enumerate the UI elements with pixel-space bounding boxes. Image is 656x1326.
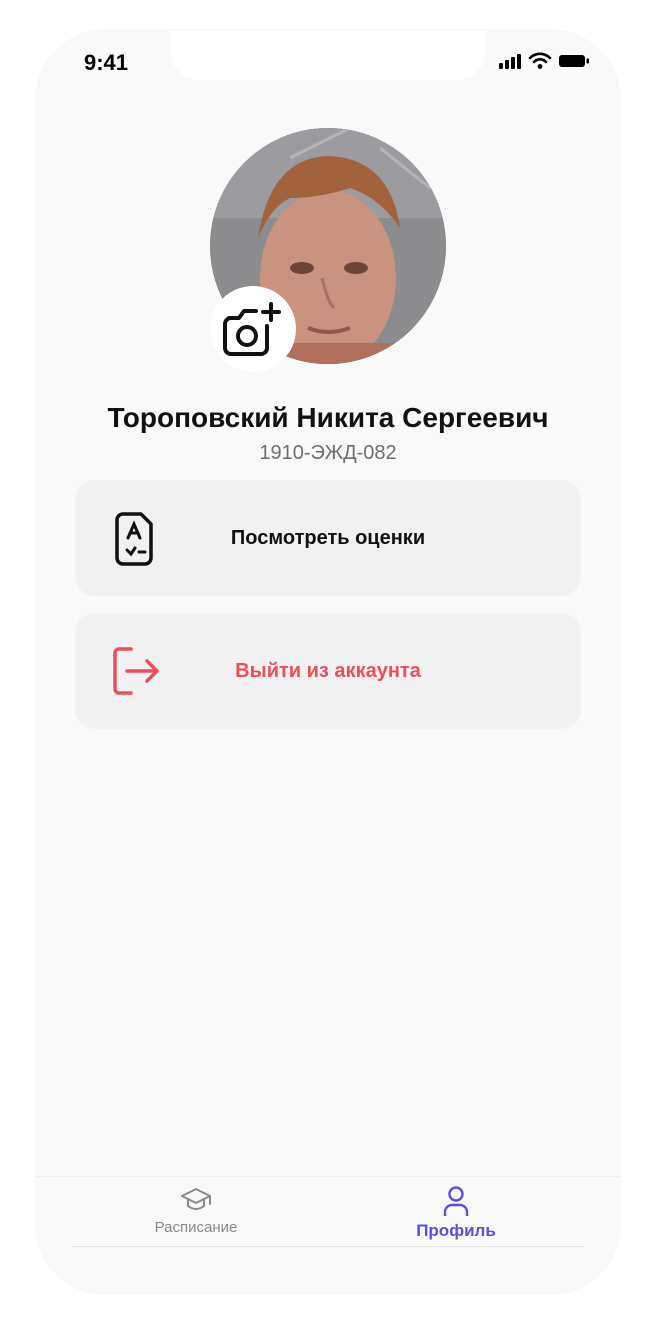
signal-icon (499, 54, 521, 69)
user-icon (443, 1186, 469, 1216)
user-name: Тороповский Никита Сергеевич (107, 402, 549, 433)
wifi-icon (528, 52, 552, 69)
user-group: 1910-ЭЖД-082 (259, 442, 397, 464)
tab-schedule-label: Расписание (154, 1219, 238, 1236)
logout-label: Выйти из аккаунта (235, 659, 421, 682)
tab-profile[interactable]: Профиль (376, 1185, 536, 1241)
status-icons (498, 52, 590, 70)
battery-icon (559, 55, 589, 67)
tab-bar: Расписание Профиль (36, 1176, 620, 1294)
tab-schedule[interactable]: Расписание (116, 1185, 276, 1236)
phone-screen: 9:41 Тороповский Никита Сергеевич 1910-Э… (36, 30, 620, 1294)
tab-profile-label: Профиль (416, 1221, 496, 1240)
change-photo-button[interactable] (210, 286, 296, 372)
view-grades-button[interactable]: Посмотреть оценки (75, 480, 581, 596)
view-grades-label: Посмотреть оценки (230, 526, 426, 549)
status-time: 9:41 (84, 50, 129, 75)
camera-plus-icon (223, 302, 281, 356)
logout-button[interactable]: Выйти из аккаунта (75, 613, 581, 729)
avatar-block (210, 128, 446, 372)
bottom-divider (72, 1246, 584, 1247)
notch (170, 30, 486, 80)
graduation-cap-icon (181, 1188, 211, 1210)
